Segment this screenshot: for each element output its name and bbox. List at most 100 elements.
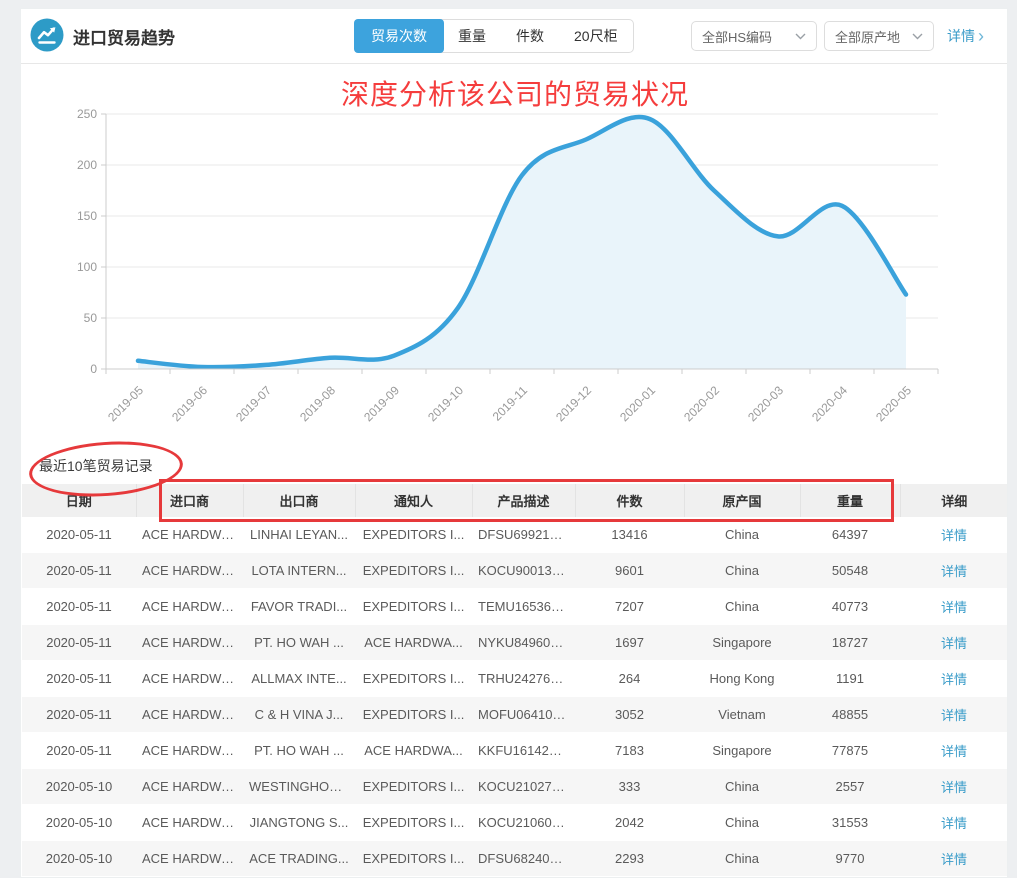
trade-records-table: 日期 进口商 出口商 通知人 产品描述 件数 原产国 重量 详细 2020-05…: [22, 484, 1008, 877]
cell-product-desc: KOCU9001370...: [472, 553, 575, 589]
table-row: 2020-05-11ACE HARDWA...LINHAI LEYAN...EX…: [22, 517, 1008, 553]
cell-quantity: 333: [575, 769, 684, 805]
cell-weight: 50548: [800, 553, 900, 589]
table-row: 2020-05-11ACE HARDWA...PT. HO WAH ...ACE…: [22, 625, 1008, 661]
svg-text:2019-06: 2019-06: [169, 383, 210, 424]
cell-importer: ACE HARDWA...: [136, 625, 243, 661]
cell-date: 2020-05-11: [22, 625, 136, 661]
svg-text:0: 0: [90, 362, 97, 376]
cell-exporter: C & H VINA J...: [243, 697, 355, 733]
cell-notify-party: ACE HARDWA...: [355, 625, 472, 661]
row-detail-link[interactable]: 详情: [941, 780, 967, 795]
cell-quantity: 2042: [575, 805, 684, 841]
cell-product-desc: DFSU6824069...: [472, 841, 575, 877]
table-row: 2020-05-10ACE HARDWA...ACE TRADING...EXP…: [22, 841, 1008, 877]
cell-notify-party: EXPEDITORS I...: [355, 769, 472, 805]
row-detail-link[interactable]: 详情: [941, 636, 967, 651]
cell-importer: ACE HARDWA...: [136, 517, 243, 553]
svg-text:2019-08: 2019-08: [297, 383, 338, 424]
cell-exporter: WESTINGHOU...: [243, 769, 355, 805]
cell-exporter: PT. HO WAH ...: [243, 625, 355, 661]
col-header-notify-party: 通知人: [355, 484, 472, 517]
origin-filter-label: 全部原产地: [835, 27, 900, 46]
cell-product-desc: KOCU2106066...: [472, 805, 575, 841]
svg-text:2019-05: 2019-05: [105, 383, 146, 424]
cell-importer: ACE HARDWA...: [136, 805, 243, 841]
row-detail-link[interactable]: 详情: [941, 600, 967, 615]
cell-quantity: 13416: [575, 517, 684, 553]
cell-origin-country: Hong Kong: [684, 661, 800, 697]
table-row: 2020-05-11ACE HARDWA...PT. HO WAH ...ACE…: [22, 733, 1008, 769]
cell-exporter: ACE TRADING...: [243, 841, 355, 877]
cell-importer: ACE HARDWA...: [136, 733, 243, 769]
trade-table-body: 2020-05-11ACE HARDWA...LINHAI LEYAN...EX…: [22, 517, 1008, 877]
cell-notify-party: EXPEDITORS I...: [355, 805, 472, 841]
cell-weight: 9770: [800, 841, 900, 877]
col-header-date: 日期: [22, 484, 136, 517]
row-detail-link[interactable]: 详情: [941, 852, 967, 867]
cell-product-desc: NYKU8496088...: [472, 625, 575, 661]
cell-date: 2020-05-11: [22, 697, 136, 733]
svg-text:150: 150: [77, 209, 97, 223]
cell-detail: 详情: [900, 517, 1008, 553]
svg-text:250: 250: [77, 107, 97, 121]
cell-detail: 详情: [900, 733, 1008, 769]
cell-notify-party: ACE HARDWA...: [355, 733, 472, 769]
cell-exporter: ALLMAX INTE...: [243, 661, 355, 697]
cell-exporter: LINHAI LEYAN...: [243, 517, 355, 553]
col-header-quantity: 件数: [575, 484, 684, 517]
table-row: 2020-05-11ACE HARDWA...ALLMAX INTE...EXP…: [22, 661, 1008, 697]
chevron-right-icon: ›: [978, 27, 984, 45]
cell-origin-country: Singapore: [684, 733, 800, 769]
metric-tabs: 贸易次数 重量 件数 20尺柜: [354, 19, 634, 53]
hs-code-filter-dropdown[interactable]: 全部HS编码: [691, 21, 817, 51]
cell-date: 2020-05-10: [22, 769, 136, 805]
col-header-exporter: 出口商: [243, 484, 355, 517]
cell-origin-country: China: [684, 769, 800, 805]
cell-origin-country: China: [684, 805, 800, 841]
cell-product-desc: TRHU2427639...: [472, 661, 575, 697]
cell-product-desc: TEMU1653643...: [472, 589, 575, 625]
cell-quantity: 9601: [575, 553, 684, 589]
cell-weight: 2557: [800, 769, 900, 805]
col-header-origin-country: 原产国: [684, 484, 800, 517]
tab-trade-count[interactable]: 贸易次数: [354, 19, 444, 53]
row-detail-link[interactable]: 详情: [941, 744, 967, 759]
svg-text:2020-02: 2020-02: [681, 383, 722, 424]
svg-text:2019-10: 2019-10: [425, 383, 466, 424]
cell-date: 2020-05-10: [22, 841, 136, 877]
cell-exporter: LOTA INTERN...: [243, 553, 355, 589]
tab-quantity[interactable]: 件数: [501, 20, 559, 52]
cell-date: 2020-05-11: [22, 589, 136, 625]
cell-quantity: 7207: [575, 589, 684, 625]
cell-weight: 40773: [800, 589, 900, 625]
cell-weight: 18727: [800, 625, 900, 661]
cell-quantity: 3052: [575, 697, 684, 733]
cell-origin-country: China: [684, 517, 800, 553]
cell-product-desc: DFSU6992186...: [472, 517, 575, 553]
cell-notify-party: EXPEDITORS I...: [355, 553, 472, 589]
cell-detail: 详情: [900, 625, 1008, 661]
row-detail-link[interactable]: 详情: [941, 672, 967, 687]
tab-weight[interactable]: 重量: [443, 20, 501, 52]
row-detail-link[interactable]: 详情: [941, 708, 967, 723]
table-header-row: 日期 进口商 出口商 通知人 产品描述 件数 原产国 重量 详细: [22, 484, 1008, 517]
tab-20ft-container[interactable]: 20尺柜: [559, 20, 633, 52]
cell-date: 2020-05-11: [22, 553, 136, 589]
cell-importer: ACE HARDWA...: [136, 661, 243, 697]
header-detail-link[interactable]: 详情 ›: [947, 21, 984, 51]
row-detail-link[interactable]: 详情: [941, 816, 967, 831]
origin-filter-dropdown[interactable]: 全部原产地: [824, 21, 934, 51]
row-detail-link[interactable]: 详情: [941, 564, 967, 579]
cell-detail: 详情: [900, 769, 1008, 805]
svg-text:2020-04: 2020-04: [809, 383, 850, 424]
table-row: 2020-05-10ACE HARDWA...WESTINGHOU...EXPE…: [22, 769, 1008, 805]
row-detail-link[interactable]: 详情: [941, 528, 967, 543]
cell-notify-party: EXPEDITORS I...: [355, 697, 472, 733]
cell-quantity: 2293: [575, 841, 684, 877]
cell-origin-country: China: [684, 553, 800, 589]
cell-weight: 48855: [800, 697, 900, 733]
svg-text:2019-07: 2019-07: [233, 383, 274, 424]
cell-detail: 详情: [900, 661, 1008, 697]
recent-records-label: 最近10笔贸易记录: [39, 456, 153, 476]
